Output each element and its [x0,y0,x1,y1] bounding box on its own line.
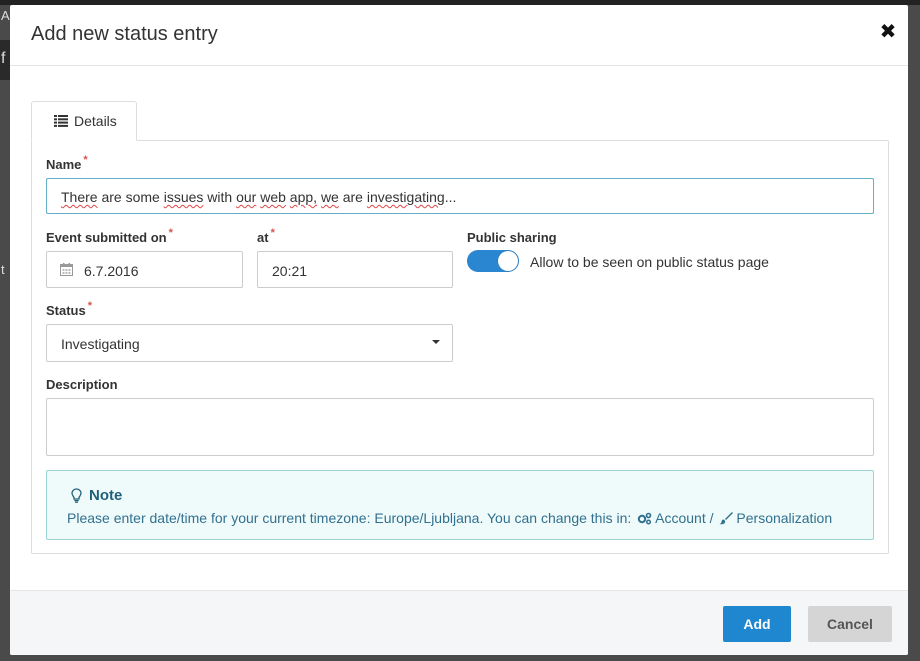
note-title: Note [89,487,123,504]
add-status-modal: Add new status entry ✖ Details Name * The… [10,5,908,655]
note-text: Please enter date/time for your current … [67,510,832,526]
name-word: web [260,189,286,205]
note-message: Please enter date/time for your current … [67,510,632,526]
calendar-icon [60,263,73,276]
list-icon [54,115,68,127]
cancel-button[interactable]: Cancel [808,606,892,642]
name-word: we [320,189,339,205]
required-mark: * [83,154,88,166]
name-word: are some [97,189,164,205]
personalization-link[interactable]: Personalization [736,510,832,526]
modal-header: Add new status entry ✖ [10,5,908,66]
name-word: investigating [366,189,445,205]
public-sharing-toggle[interactable] [467,250,519,272]
name-word: There [61,189,98,205]
name-word: are [338,189,367,205]
event-date-label: Event submitted on * [46,227,173,245]
close-icon: ✖ [879,21,897,43]
link-separator: / [709,510,714,526]
background-text: A [1,8,10,23]
name-word: app, [289,189,318,205]
name-input[interactable]: There are some issues with our web app, … [46,178,874,214]
name-label-text: Name [46,157,82,172]
event-time-label: at * [257,227,275,245]
background-text: f [1,50,6,67]
status-label-text: Status [46,303,86,318]
event-date-label-text: Event submitted on [46,230,167,245]
toggle-knob [498,251,518,271]
tab-details[interactable]: Details [31,101,137,141]
tab-label: Details [74,113,117,129]
required-mark: * [270,227,275,239]
chevron-down-icon [432,340,440,344]
event-time-input[interactable]: 20:21 [257,251,453,288]
account-link[interactable]: Account [655,510,706,526]
event-time-label-text: at [257,230,269,245]
close-button[interactable]: ✖ [878,21,898,43]
brush-icon [719,512,734,525]
timezone-note: Note Please enter date/time for your cur… [46,470,874,540]
required-mark: * [168,227,173,239]
name-word: our [236,189,257,205]
lightbulb-icon [71,488,82,503]
event-date-value: 6.7.2016 [84,263,139,279]
description-label: Description [46,377,118,392]
status-value: Investigating [61,336,140,352]
public-sharing-label: Public sharing [467,230,557,245]
name-label: Name * [46,154,88,172]
add-button[interactable]: Add [723,606,791,642]
name-word: issues [163,189,204,205]
event-date-input[interactable]: 6.7.2016 [46,251,243,288]
event-time-value: 20:21 [272,263,308,279]
status-select[interactable]: Investigating [46,324,453,362]
modal-footer: Add Cancel [10,590,908,655]
description-textarea[interactable] [46,398,874,456]
name-word: with [203,189,237,205]
name-value: There are some issues with our web app, … [61,189,456,205]
name-word: ... [444,189,457,205]
background-text: t [1,262,5,277]
required-mark: * [87,300,93,312]
modal-title: Add new status entry [31,23,218,45]
public-sharing-toggle-label: Allow to be seen on public status page [530,254,769,270]
status-label: Status * [46,300,93,318]
gears-icon [637,512,652,525]
